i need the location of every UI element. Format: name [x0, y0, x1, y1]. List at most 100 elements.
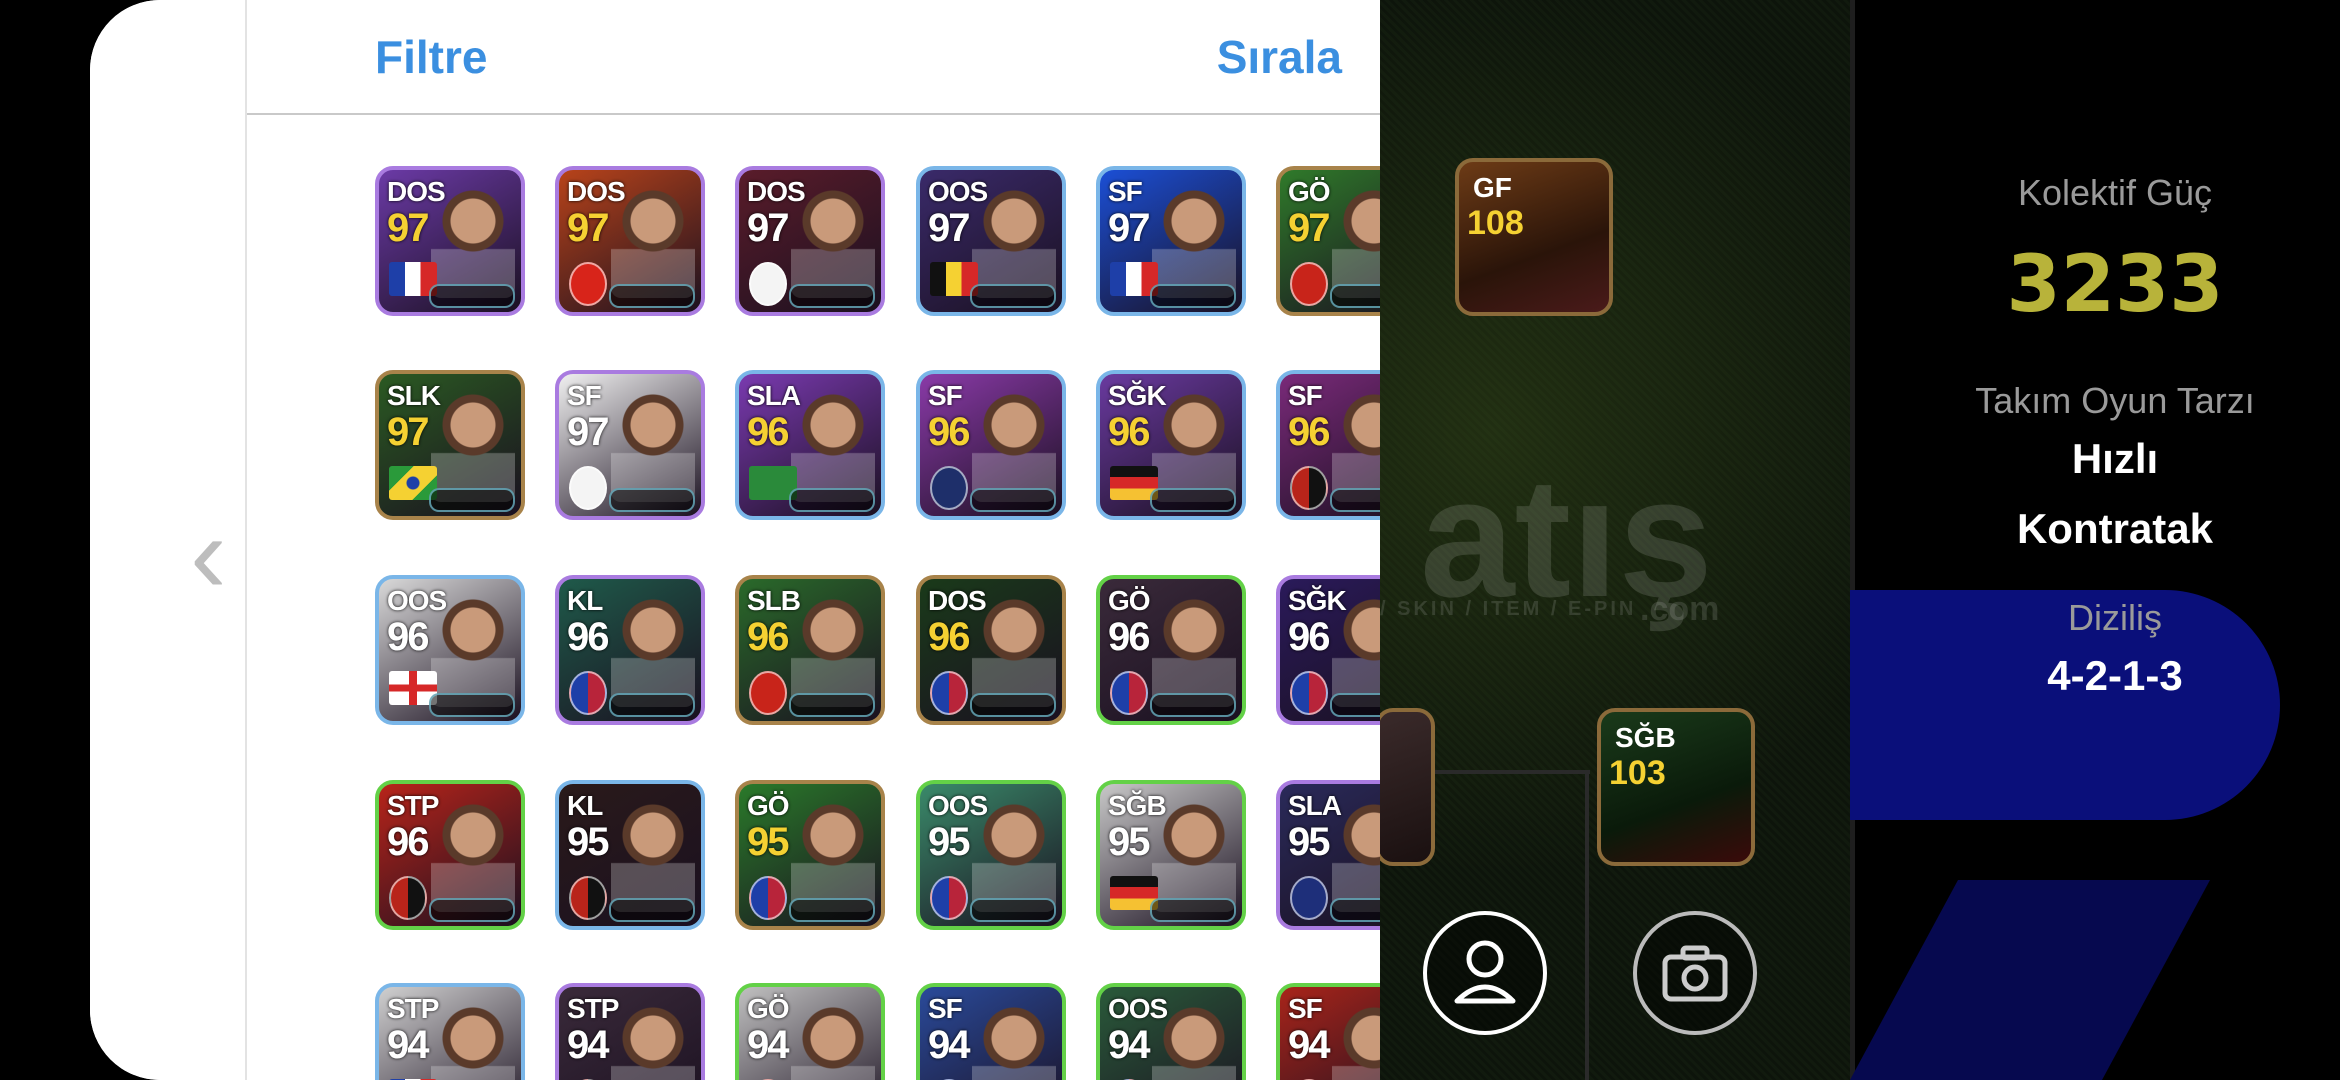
player-card[interactable]: STP 96: [375, 780, 525, 930]
card-skill-strip: [429, 693, 515, 717]
player-portrait: [431, 1005, 515, 1080]
player-card[interactable]: SĞK 96: [1096, 370, 1246, 520]
player-rating: 96: [387, 820, 429, 864]
player-card[interactable]: SF 94: [1276, 983, 1380, 1080]
player-rating: 96: [1108, 410, 1150, 454]
crest-man-united-icon: [1290, 262, 1328, 306]
player-card[interactable]: OOS 96: [375, 575, 525, 725]
player-card[interactable]: GÖ 97: [1276, 166, 1380, 316]
player-card[interactable]: SLA 95: [1276, 780, 1380, 930]
player-card[interactable]: SF 94: [916, 983, 1066, 1080]
player-card[interactable]: SLK 97: [375, 370, 525, 520]
player-portrait: [1152, 597, 1236, 707]
player-card[interactable]: OOS 95: [916, 780, 1066, 930]
crest-man-united-icon: [749, 671, 787, 715]
card-skill-strip: [970, 488, 1056, 512]
player-position: STP: [567, 993, 619, 1024]
crest-barcelona-icon: [930, 671, 968, 715]
player-portrait: [791, 1005, 875, 1080]
player-card[interactable]: GÖ 95: [735, 780, 885, 930]
player-card[interactable]: SĞB 95: [1096, 780, 1246, 930]
player-rating: 97: [747, 206, 789, 250]
player-card[interactable]: KL 95: [555, 780, 705, 930]
player-position: SF: [928, 993, 963, 1024]
player-position: OOS: [928, 790, 988, 821]
card-skill-strip: [970, 898, 1056, 922]
field-player-card[interactable]: SĞB 103: [1597, 708, 1755, 866]
player-rating: 97: [567, 206, 609, 250]
player-card[interactable]: STP 94: [555, 983, 705, 1080]
player-card[interactable]: SF 97: [555, 370, 705, 520]
player-rating: 96: [747, 615, 789, 659]
crest-arsenal-icon: [569, 262, 607, 306]
player-card[interactable]: GÖ 94: [735, 983, 885, 1080]
player-portrait: [972, 1005, 1056, 1080]
player-card[interactable]: KL 96: [555, 575, 705, 725]
player-rating: 96: [567, 615, 609, 659]
player-position: STP: [387, 993, 439, 1024]
card-skill-strip: [970, 284, 1056, 308]
field-player-card-partial[interactable]: [1375, 708, 1435, 866]
player-position: KL: [567, 790, 603, 821]
player-rating: 94: [1108, 1023, 1150, 1067]
crest-milan-icon: [1290, 466, 1328, 510]
camera-button[interactable]: [1633, 911, 1757, 1035]
sort-button[interactable]: Sırala: [1217, 30, 1342, 84]
player-card[interactable]: SF 96: [916, 370, 1066, 520]
player-portrait: [431, 802, 515, 912]
player-card[interactable]: SĞK 96: [1276, 575, 1380, 725]
collective-power-label: Kolektif Güç: [2017, 172, 2213, 213]
team-style-value-2: Kontratak: [2016, 505, 2214, 552]
player-portrait: [791, 802, 875, 912]
filter-button[interactable]: Filtre: [375, 30, 487, 84]
card-skill-strip: [789, 898, 875, 922]
player-position: SLA: [747, 380, 801, 411]
player-rating: 97: [1108, 206, 1150, 250]
card-skill-strip: [609, 488, 695, 512]
player-card[interactable]: GÖ 96: [1096, 575, 1246, 725]
player-card[interactable]: DOS 97: [735, 166, 885, 316]
player-position: GÖ: [747, 790, 790, 821]
formation-label: Diziliş: [2068, 597, 2162, 638]
player-card[interactable]: DOS 97: [555, 166, 705, 316]
card-skill-strip: [1330, 693, 1380, 717]
player-card[interactable]: SLA 96: [735, 370, 885, 520]
player-card[interactable]: DOS 97: [375, 166, 525, 316]
card-skill-strip: [1150, 898, 1236, 922]
player-card[interactable]: STP 94: [375, 983, 525, 1080]
player-position: KL: [567, 585, 603, 616]
crest-barcelona-icon: [1290, 671, 1328, 715]
player-card[interactable]: SF 96: [1276, 370, 1380, 520]
chevron-left-icon[interactable]: ‹: [190, 500, 227, 610]
player-portrait: [611, 1005, 695, 1080]
team-style-label: Takım Oyun Tarzı: [1975, 380, 2255, 421]
player-rating: 103: [1609, 754, 1666, 792]
player-position: SĞK: [1108, 380, 1167, 411]
panel-gutter: ‹: [90, 0, 247, 1080]
player-rating: 94: [387, 1023, 429, 1067]
card-skill-strip: [609, 693, 695, 717]
crest-barcelona-icon: [749, 876, 787, 920]
card-skill-strip: [429, 488, 515, 512]
player-card[interactable]: SLB 96: [735, 575, 885, 725]
card-skill-strip: [1330, 898, 1380, 922]
player-card[interactable]: SF 97: [1096, 166, 1246, 316]
player-card[interactable]: DOS 96: [916, 575, 1066, 725]
player-card[interactable]: OOS 94: [1096, 983, 1246, 1080]
player-position: SLA: [1288, 790, 1342, 821]
player-card[interactable]: OOS 97: [916, 166, 1066, 316]
player-position: SLB: [747, 585, 801, 616]
player-portrait: [611, 802, 695, 912]
crest-psg-icon: [1290, 876, 1328, 920]
crest-basaksehir-icon: [930, 466, 968, 510]
player-rating: 96: [387, 615, 429, 659]
crest-barcelona-icon: [569, 671, 607, 715]
player-rating: 94: [567, 1023, 609, 1067]
player-position: DOS: [567, 176, 626, 207]
profile-button[interactable]: [1423, 911, 1547, 1035]
field-player-card[interactable]: GF 108: [1455, 158, 1613, 316]
card-skill-strip: [609, 898, 695, 922]
player-position: STP: [387, 790, 439, 821]
player-rating: 97: [567, 410, 609, 454]
player-rating: 95: [1108, 820, 1150, 864]
